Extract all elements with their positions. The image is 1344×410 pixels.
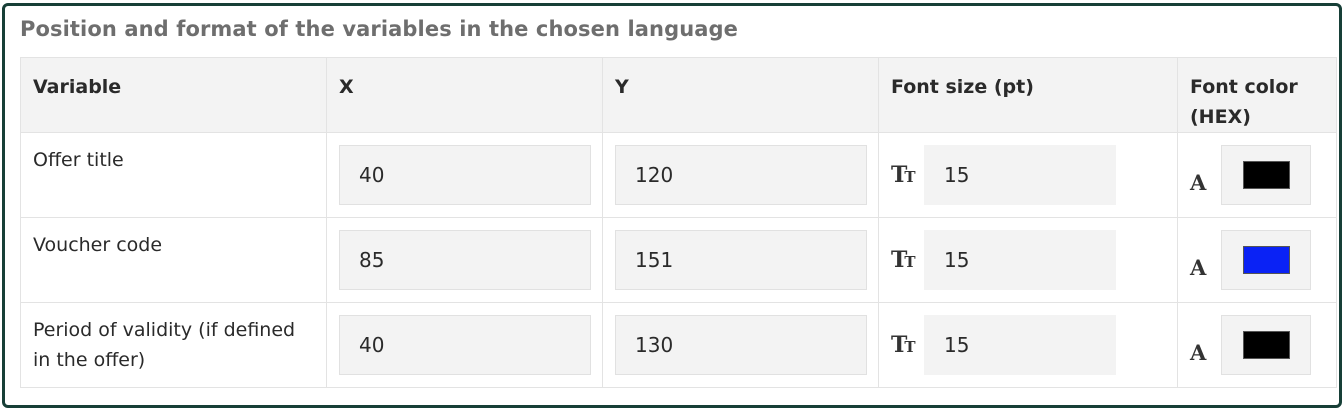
color-swatch [1242, 331, 1290, 359]
y-position-input[interactable] [615, 315, 867, 375]
text-size-icon: TT [891, 332, 916, 358]
table-header-row: Variable X Y Font size (pt) Font color (… [20, 57, 1337, 133]
font-size-cell: TT [878, 302, 1178, 388]
column-header-variable: Variable [20, 57, 327, 133]
font-color-icon: A [1190, 254, 1207, 280]
variable-cell: Voucher code [20, 217, 327, 303]
font-color-group: A [1190, 315, 1324, 375]
font-size-input[interactable] [924, 145, 1116, 205]
y-position-input[interactable] [615, 145, 867, 205]
color-swatch [1242, 246, 1290, 274]
y-cell [602, 302, 879, 388]
font-size-group: TT [891, 315, 1165, 375]
x-position-input[interactable] [339, 145, 591, 205]
font-size-input[interactable] [924, 315, 1116, 375]
column-header-y: Y [602, 57, 879, 133]
font-color-group: A [1190, 145, 1324, 205]
font-size-group: TT [891, 230, 1165, 290]
font-color-cell: A [1177, 217, 1337, 303]
table-row: Voucher code TT A [20, 217, 1337, 303]
variables-panel: Position and format of the variables in … [2, 3, 1342, 408]
x-cell [326, 302, 603, 388]
x-position-input[interactable] [339, 230, 591, 290]
font-color-cell: A [1177, 132, 1337, 218]
x-cell [326, 217, 603, 303]
text-size-icon: TT [891, 247, 916, 273]
variables-table: Variable X Y Font size (pt) Font color (… [20, 57, 1337, 388]
variable-label: Offer title [33, 149, 124, 171]
variable-cell: Offer title [20, 132, 327, 218]
y-cell [602, 132, 879, 218]
text-size-icon: TT [891, 162, 916, 188]
column-header-font-size: Font size (pt) [878, 57, 1178, 133]
variable-cell: Period of validity (if defined in the of… [20, 302, 327, 388]
column-header-x: X [326, 57, 603, 133]
variable-label: Voucher code [33, 234, 163, 256]
font-size-cell: TT [878, 217, 1178, 303]
color-swatch [1242, 161, 1290, 189]
font-color-icon: A [1190, 339, 1207, 365]
x-cell [326, 132, 603, 218]
font-color-icon: A [1190, 169, 1207, 195]
panel-title: Position and format of the variables in … [20, 17, 738, 41]
table-row: Offer title TT A [20, 132, 1337, 218]
x-position-input[interactable] [339, 315, 591, 375]
font-color-cell: A [1177, 302, 1337, 388]
y-cell [602, 217, 879, 303]
font-color-group: A [1190, 230, 1324, 290]
font-size-input[interactable] [924, 230, 1116, 290]
color-picker-button[interactable] [1221, 315, 1311, 375]
color-picker-button[interactable] [1221, 230, 1311, 290]
color-picker-button[interactable] [1221, 145, 1311, 205]
table-row: Period of validity (if defined in the of… [20, 302, 1337, 388]
variable-label: Period of validity (if defined in the of… [33, 319, 296, 371]
font-size-cell: TT [878, 132, 1178, 218]
column-header-font-color: Font color (HEX) [1177, 57, 1337, 133]
y-position-input[interactable] [615, 230, 867, 290]
font-size-group: TT [891, 145, 1165, 205]
